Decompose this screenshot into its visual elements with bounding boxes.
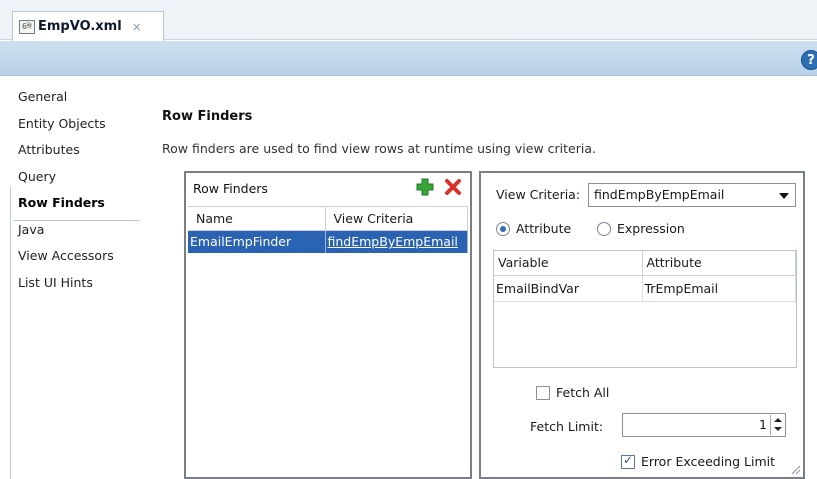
resize-grip-icon[interactable] bbox=[789, 463, 801, 475]
fetch-limit-value: 1 bbox=[759, 417, 767, 432]
row-finder-view-criteria-link[interactable]: findEmpByEmpEmail bbox=[325, 230, 468, 253]
page-description: Row finders are used to find view rows a… bbox=[162, 141, 596, 156]
tab-empvo-xml[interactable]: 6ঈ EmpVO.xml × bbox=[12, 11, 164, 41]
nav-item-attributes[interactable]: Attributes bbox=[18, 141, 146, 168]
radio-attribute-label: Attribute bbox=[516, 221, 572, 236]
attribute-cell[interactable]: TrEmpEmail bbox=[642, 275, 796, 302]
nav-item-list-ui-hints[interactable]: List UI Hints bbox=[18, 274, 146, 301]
xml-file-icon: 6ঈ bbox=[19, 19, 35, 34]
radio-attribute[interactable]: Attribute bbox=[496, 221, 571, 236]
radio-attribute-button[interactable] bbox=[496, 221, 510, 236]
page-title: Row Finders bbox=[162, 109, 253, 124]
error-exceeding-limit-option[interactable]: Error Exceeding Limit bbox=[621, 453, 775, 469]
close-icon[interactable]: × bbox=[132, 20, 142, 34]
bind-variable-table: Variable Attribute EmailBindVar TrEmpEma… bbox=[493, 250, 797, 368]
row-finders-header: Row Finders bbox=[186, 173, 470, 203]
variable-cell[interactable]: EmailBindVar bbox=[494, 275, 643, 302]
column-header-view-criteria[interactable]: View Criteria bbox=[325, 206, 468, 231]
nav-item-entity-objects[interactable]: Entity Objects bbox=[18, 115, 146, 142]
fetch-all-checkbox[interactable] bbox=[536, 385, 550, 400]
spinner[interactable] bbox=[770, 415, 784, 435]
column-header-attribute[interactable]: Attribute bbox=[642, 251, 796, 276]
fetch-all-option[interactable]: Fetch All bbox=[536, 385, 609, 400]
overview-navigator: General Entity Objects Attributes Query … bbox=[14, 88, 146, 301]
row-finder-name[interactable]: EmailEmpFinder bbox=[188, 230, 326, 253]
row-finders-table: Name View Criteria EmailEmpFinder findEm… bbox=[188, 206, 468, 253]
navigator-divider bbox=[10, 187, 11, 479]
fetch-limit-stepper[interactable]: 1 bbox=[622, 413, 786, 437]
table-row[interactable]: EmailEmpFinder findEmpByEmpEmail bbox=[188, 230, 468, 253]
fetch-all-label: Fetch All bbox=[556, 385, 610, 400]
view-criteria-panel: View Criteria: findEmpByEmpEmail Attribu… bbox=[479, 171, 805, 479]
spinner-down-icon[interactable] bbox=[771, 425, 784, 435]
nav-item-java[interactable]: Java bbox=[18, 221, 146, 248]
radio-expression[interactable]: Expression bbox=[597, 221, 685, 236]
row-finders-panel: Row Finders Name View Criteria EmailEmpF… bbox=[184, 171, 472, 479]
nav-item-query[interactable]: Query bbox=[18, 168, 146, 195]
view-criteria-select[interactable]: findEmpByEmpEmail bbox=[588, 183, 796, 207]
remove-icon[interactable] bbox=[444, 178, 462, 196]
help-icon[interactable]: ? bbox=[801, 50, 817, 70]
fetch-limit-label: Fetch Limit: bbox=[530, 419, 604, 434]
nav-item-general[interactable]: General bbox=[18, 88, 146, 115]
editor-toolbar: ? bbox=[0, 41, 817, 76]
spinner-up-icon[interactable] bbox=[771, 415, 784, 425]
editor-tab-bar: 6ঈ EmpVO.xml × bbox=[0, 0, 817, 41]
add-icon[interactable] bbox=[416, 178, 434, 196]
tab-title: EmpVO.xml bbox=[38, 19, 122, 34]
radio-expression-button[interactable] bbox=[597, 221, 611, 236]
column-header-name[interactable]: Name bbox=[188, 206, 326, 231]
row-finders-header-label: Row Finders bbox=[193, 180, 268, 196]
table-row[interactable]: EmailBindVar TrEmpEmail bbox=[494, 275, 796, 302]
nav-item-row-finders[interactable]: Row Finders bbox=[14, 194, 140, 221]
view-criteria-label: View Criteria: bbox=[496, 187, 581, 202]
error-exceeding-limit-checkbox[interactable] bbox=[621, 453, 635, 469]
error-exceeding-limit-label: Error Exceeding Limit bbox=[641, 454, 775, 469]
dropdown-arrow-icon[interactable] bbox=[779, 193, 789, 199]
nav-item-view-accessors[interactable]: View Accessors bbox=[18, 247, 146, 274]
column-header-variable[interactable]: Variable bbox=[494, 251, 643, 276]
view-criteria-selected: findEmpByEmpEmail bbox=[594, 187, 725, 202]
radio-expression-label: Expression bbox=[617, 221, 685, 236]
